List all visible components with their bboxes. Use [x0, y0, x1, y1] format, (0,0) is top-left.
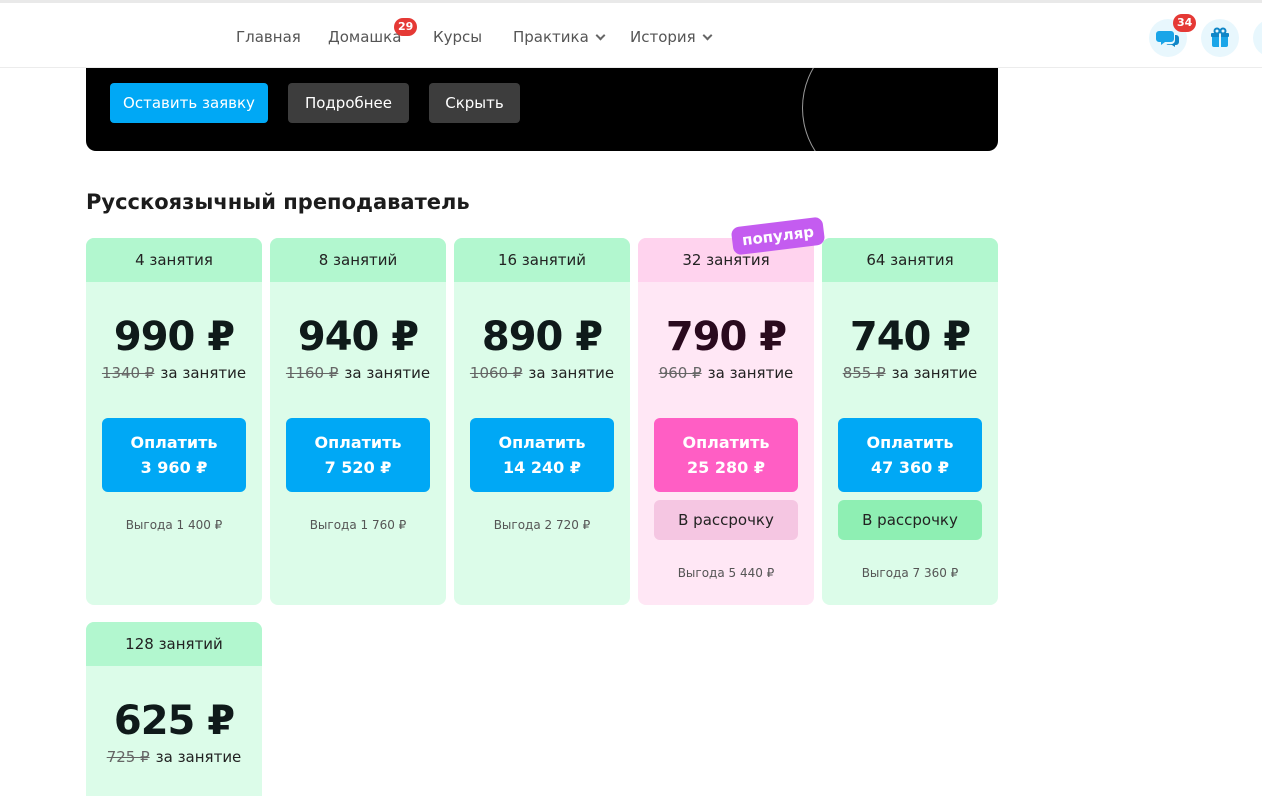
details-button[interactable]: Подробнее — [288, 83, 409, 123]
plan-per-lesson: 1060 ₽ за занятие — [454, 364, 630, 382]
pay-total: 47 360 ₽ — [871, 458, 949, 477]
plan-lessons: 8 занятий — [270, 238, 446, 282]
pay-button[interactable]: Оплатить 7 520 ₽ — [286, 418, 430, 492]
plan-per-lesson: 1160 ₽ за занятие — [270, 364, 446, 382]
plan-price: 890 ₽ — [481, 314, 603, 360]
top-navigation: Главная Домашка 29 Курсы Практика Истори… — [0, 0, 1262, 68]
chat-badge: 34 — [1173, 14, 1197, 32]
plan-card: 64 занятия 740 ₽ 855 ₽ за занятие Оплатит… — [822, 238, 998, 605]
pay-total: 25 280 ₽ — [687, 458, 765, 477]
pay-label: Оплатить — [130, 433, 218, 452]
pay-total: 3 960 ₽ — [140, 458, 208, 477]
pay-total: 14 240 ₽ — [503, 458, 581, 477]
plan-price: 740 ₽ — [849, 314, 971, 360]
hide-button[interactable]: Скрыть — [429, 83, 520, 123]
per-lesson-label: за занятие — [344, 364, 431, 382]
nav-practice[interactable]: Практика — [513, 28, 606, 46]
plan-old-price: 1160 ₽ — [285, 364, 339, 382]
per-lesson-label: за занятие — [160, 364, 247, 382]
promo-banner: Оставить заявку Подробнее Скрыть — [86, 68, 998, 151]
plan-savings: Выгода 1 760 ₽ — [309, 518, 407, 532]
plan-per-lesson: 725 ₽ за занятие — [86, 748, 262, 766]
nav-home-label: Главная — [236, 28, 301, 46]
plan-card: 16 занятий 890 ₽ 1060 ₽ за занятие Оплати… — [454, 238, 630, 605]
section-title: Русскоязычный преподаватель — [86, 190, 470, 214]
pay-label: Оплатить — [498, 433, 586, 452]
plan-price: 940 ₽ — [297, 314, 419, 360]
apply-button[interactable]: Оставить заявку — [110, 83, 268, 123]
plan-savings: Выгода 7 360 ₽ — [861, 566, 959, 580]
pay-total: 7 520 ₽ — [324, 458, 392, 477]
pay-label: Оплатить — [682, 433, 770, 452]
pay-button[interactable]: Оплатить 14 240 ₽ — [470, 418, 614, 492]
plan-savings: Выгода 5 440 ₽ — [677, 566, 775, 580]
plan-lessons: 64 занятия — [822, 238, 998, 282]
plan-old-price: 1060 ₽ — [469, 364, 523, 382]
installment-button[interactable]: В рассрочку — [654, 500, 798, 540]
plan-per-lesson: 1340 ₽ за занятие — [86, 364, 262, 382]
pay-label: Оплатить — [314, 433, 402, 452]
nav-history[interactable]: История — [630, 28, 713, 46]
plan-old-price: 1340 ₽ — [101, 364, 155, 382]
plan-lessons: 16 занятий — [454, 238, 630, 282]
homework-badge: 29 — [394, 18, 418, 36]
gift-button[interactable] — [1201, 19, 1239, 57]
nav-practice-label: Практика — [513, 28, 589, 46]
per-lesson-label: за занятие — [155, 748, 242, 766]
plan-per-lesson: 960 ₽ за занятие — [638, 364, 814, 382]
pay-button[interactable]: Оплатить 3 960 ₽ — [102, 418, 246, 492]
nav-homework-label: Домашка — [328, 28, 402, 46]
pay-button[interactable]: Оплатить 47 360 ₽ — [838, 418, 982, 492]
plan-card: 128 занятий 625 ₽ 725 ₽ за занятие — [86, 622, 262, 796]
plan-card-popular: 32 занятия 790 ₽ 960 ₽ за занятие Оплатит… — [638, 238, 814, 605]
pay-label: Оплатить — [866, 433, 954, 452]
decorative-arc — [802, 68, 962, 151]
plan-lessons: 4 занятия — [86, 238, 262, 282]
installment-button[interactable]: В рассрочку — [838, 500, 982, 540]
plan-old-price: 855 ₽ — [842, 364, 886, 382]
nav-courses-label: Курсы — [433, 28, 483, 46]
nav-courses[interactable]: Курсы — [433, 28, 482, 46]
plan-savings: Выгода 2 720 ₽ — [493, 518, 591, 532]
plan-savings: Выгода 1 400 ₽ — [125, 518, 223, 532]
nav-history-label: История — [630, 28, 696, 46]
gift-icon — [1211, 27, 1229, 47]
per-lesson-label: за занятие — [891, 364, 978, 382]
plan-old-price: 725 ₽ — [106, 748, 150, 766]
plan-lessons: 128 занятий — [86, 622, 262, 666]
profile-button[interactable] — [1253, 19, 1262, 57]
plan-price: 990 ₽ — [113, 314, 235, 360]
nav-home[interactable]: Главная — [236, 28, 301, 46]
plan-old-price: 960 ₽ — [658, 364, 702, 382]
plan-card: 8 занятий 940 ₽ 1160 ₽ за занятие Оплатит… — [270, 238, 446, 605]
per-lesson-label: за занятие — [707, 364, 794, 382]
plan-card: 4 занятия 990 ₽ 1340 ₽ за занятие Оплатит… — [86, 238, 262, 605]
pay-button[interactable]: Оплатить 25 280 ₽ — [654, 418, 798, 492]
chat-button[interactable]: 34 — [1149, 14, 1197, 57]
chevron-down-icon — [595, 30, 606, 40]
chevron-down-icon — [702, 30, 713, 40]
plan-price: 625 ₽ — [113, 698, 235, 744]
plan-price: 790 ₽ — [665, 314, 787, 360]
per-lesson-label: за занятие — [528, 364, 615, 382]
nav-homework[interactable]: Домашка 29 — [328, 18, 418, 46]
plan-per-lesson: 855 ₽ за занятие — [822, 364, 998, 382]
